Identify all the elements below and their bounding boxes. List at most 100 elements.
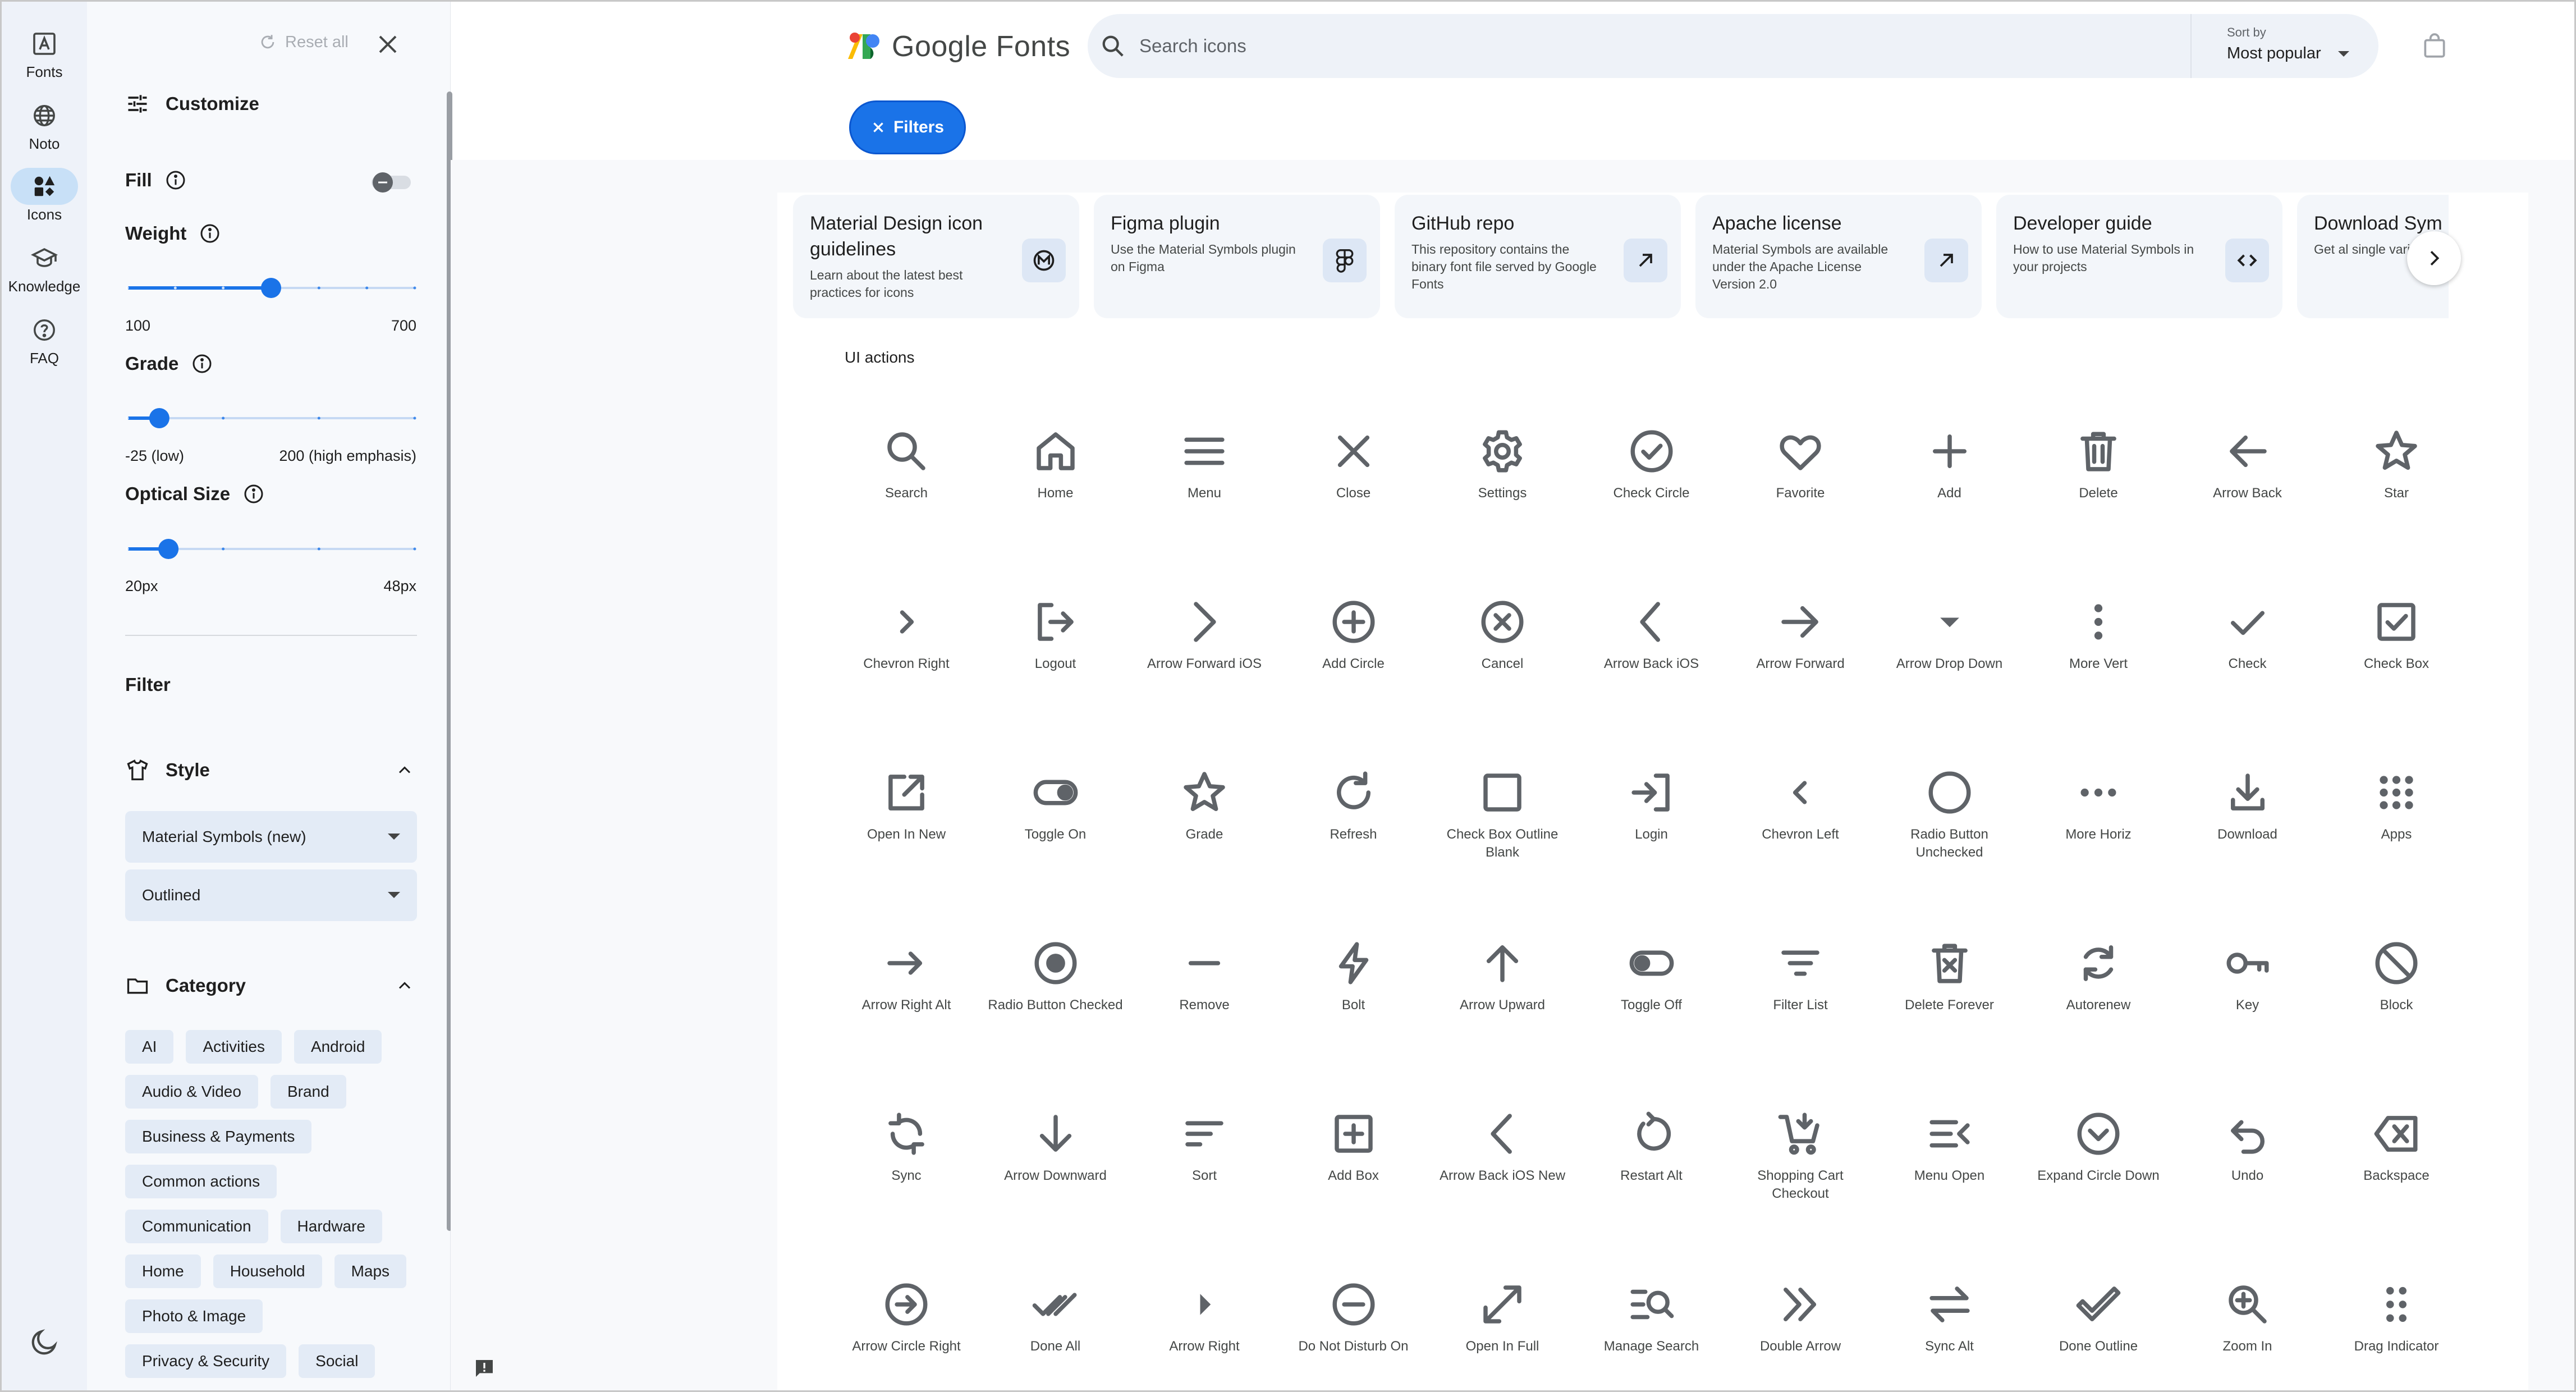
icon-tile-favorite[interactable]: Favorite bbox=[1727, 426, 1873, 502]
icon-tile-home[interactable]: Home bbox=[983, 426, 1129, 502]
sort-select[interactable]: Sort by Most popular bbox=[2227, 25, 2349, 63]
icon-tile-close[interactable]: Close bbox=[1281, 426, 1427, 502]
icon-tile-add-circle[interactable]: Add Circle bbox=[1281, 597, 1427, 673]
icon-tile-arrow-forward-ios[interactable]: Arrow Forward iOS bbox=[1131, 597, 1277, 673]
optical-size-slider[interactable] bbox=[125, 538, 417, 560]
icon-tile-do-not-disturb-on[interactable]: Do Not Disturb On bbox=[1281, 1279, 1427, 1356]
icon-tile-arrow-back[interactable]: Arrow Back bbox=[2175, 426, 2321, 502]
icon-tile-arrow-circle-right[interactable]: Arrow Circle Right bbox=[833, 1279, 979, 1356]
icon-tile-zoom-in[interactable]: Zoom In bbox=[2175, 1279, 2321, 1356]
category-chip[interactable]: Business & Payments bbox=[125, 1120, 312, 1153]
filters-button[interactable]: Filters bbox=[849, 100, 966, 154]
category-chip[interactable]: Audio & Video bbox=[125, 1075, 258, 1109]
icon-tile-apps[interactable]: Apps bbox=[2323, 767, 2469, 844]
icon-tile-autorenew[interactable]: Autorenew bbox=[2025, 938, 2171, 1014]
icon-tile-delete[interactable]: Delete bbox=[2025, 426, 2171, 502]
icon-tile-arrow-back-ios-new[interactable]: Arrow Back iOS New bbox=[1429, 1109, 1575, 1185]
weight-slider[interactable] bbox=[125, 277, 417, 299]
icon-tile-cancel[interactable]: Cancel bbox=[1429, 597, 1575, 673]
icon-tile-filter-list[interactable]: Filter List bbox=[1727, 938, 1873, 1014]
feedback-icon[interactable] bbox=[473, 1357, 496, 1380]
info-icon[interactable] bbox=[164, 169, 187, 191]
icon-tile-radio-button-unchecked[interactable]: Radio Button Unchecked bbox=[1877, 767, 2023, 862]
rail-item-icons[interactable]: Icons bbox=[2, 168, 87, 223]
icon-tile-menu-open[interactable]: Menu Open bbox=[1877, 1109, 2023, 1185]
icon-tile-key[interactable]: Key bbox=[2175, 938, 2321, 1014]
reset-all-button[interactable]: Reset all bbox=[258, 33, 349, 52]
fill-toggle[interactable] bbox=[370, 171, 412, 194]
icon-tile-chevron-right[interactable]: Chevron Right bbox=[833, 597, 979, 673]
category-chip[interactable]: AI bbox=[125, 1030, 174, 1064]
rail-item-faq[interactable]: FAQ bbox=[2, 312, 87, 367]
icon-tile-star[interactable]: Star bbox=[2323, 426, 2469, 502]
category-chip[interactable]: Home bbox=[125, 1254, 201, 1288]
icon-tile-done-all[interactable]: Done All bbox=[983, 1279, 1129, 1356]
icon-tile-double-arrow[interactable]: Double Arrow bbox=[1727, 1279, 1873, 1356]
icon-tile-toggle-on[interactable]: Toggle On bbox=[983, 767, 1129, 844]
icon-tile-more-vert[interactable]: More Vert bbox=[2025, 597, 2171, 673]
icon-tile-download[interactable]: Download bbox=[2175, 767, 2321, 844]
info-icon[interactable] bbox=[199, 222, 221, 245]
icon-tile-restart-alt[interactable]: Restart Alt bbox=[1579, 1109, 1725, 1185]
icon-tile-manage-search[interactable]: Manage Search bbox=[1579, 1279, 1725, 1356]
grade-slider[interactable] bbox=[125, 407, 417, 429]
category-chip[interactable]: Maps bbox=[334, 1254, 407, 1288]
icon-tile-undo[interactable]: Undo bbox=[2175, 1109, 2321, 1185]
icon-tile-logout[interactable]: Logout bbox=[983, 597, 1129, 673]
rail-item-knowledge[interactable]: Knowledge bbox=[2, 240, 87, 295]
rail-item-noto[interactable]: Noto bbox=[2, 97, 87, 153]
search-input[interactable]: Search icons bbox=[1139, 35, 1246, 57]
icon-tile-menu[interactable]: Menu bbox=[1131, 426, 1277, 502]
icon-tile-check[interactable]: Check bbox=[2175, 597, 2321, 673]
icon-tile-remove[interactable]: Remove bbox=[1131, 938, 1277, 1014]
icon-tile-toggle-off[interactable]: Toggle Off bbox=[1579, 938, 1725, 1014]
icon-tile-arrow-forward[interactable]: Arrow Forward bbox=[1727, 597, 1873, 673]
slider-thumb[interactable] bbox=[261, 278, 281, 298]
slider-thumb[interactable] bbox=[158, 539, 179, 559]
icon-tile-grade[interactable]: Grade bbox=[1131, 767, 1277, 844]
icon-tile-sort[interactable]: Sort bbox=[1131, 1109, 1277, 1185]
slider-thumb[interactable] bbox=[149, 408, 169, 428]
icon-tile-arrow-downward[interactable]: Arrow Downward bbox=[983, 1109, 1129, 1185]
dark-mode-icon[interactable] bbox=[29, 1326, 60, 1358]
icon-tile-done-outline[interactable]: Done Outline bbox=[2025, 1279, 2171, 1356]
icon-tile-search[interactable]: Search bbox=[833, 426, 979, 502]
icon-tile-arrow-back-ios[interactable]: Arrow Back iOS bbox=[1579, 597, 1725, 673]
style-family-select[interactable]: Material Symbols (new) bbox=[125, 811, 417, 863]
icon-tile-drag-indicator[interactable]: Drag Indicator bbox=[2323, 1279, 2469, 1356]
icon-tile-add[interactable]: Add bbox=[1877, 426, 2023, 502]
card-github[interactable]: GitHub repo This repository contains the… bbox=[1395, 195, 1681, 318]
icon-tile-backspace[interactable]: Backspace bbox=[2323, 1109, 2469, 1185]
style-variant-select[interactable]: Outlined bbox=[125, 869, 417, 921]
category-chip[interactable]: Household bbox=[213, 1254, 322, 1288]
icon-tile-shopping-cart-checkout[interactable]: Shopping Cart Checkout bbox=[1727, 1109, 1873, 1203]
close-icon[interactable] bbox=[374, 31, 401, 58]
category-chip[interactable]: Privacy & Security bbox=[125, 1344, 287, 1378]
card-guidelines[interactable]: Material Design icon guidelines Learn ab… bbox=[793, 195, 1079, 318]
category-chip[interactable]: Android bbox=[294, 1030, 382, 1064]
icon-tile-arrow-right[interactable]: Arrow Right bbox=[1131, 1279, 1277, 1356]
icon-tile-radio-button-checked[interactable]: Radio Button Checked bbox=[983, 938, 1129, 1014]
icon-tile-arrow-right-alt[interactable]: Arrow Right Alt bbox=[833, 938, 979, 1014]
category-chip[interactable]: Social bbox=[299, 1344, 375, 1378]
category-chip[interactable]: Communication bbox=[125, 1210, 268, 1243]
icon-tile-delete-forever[interactable]: Delete Forever bbox=[1877, 938, 2023, 1014]
card-figma[interactable]: Figma plugin Use the Material Symbols pl… bbox=[1094, 195, 1380, 318]
category-chip[interactable]: Hardware bbox=[280, 1210, 382, 1243]
icon-tile-sync[interactable]: Sync bbox=[833, 1109, 979, 1185]
card-developer-guide[interactable]: Developer guide How to use Material Symb… bbox=[1996, 195, 2282, 318]
category-chip[interactable]: Photo & Image bbox=[125, 1299, 263, 1333]
info-icon[interactable] bbox=[242, 483, 265, 505]
icon-tile-chevron-left[interactable]: Chevron Left bbox=[1727, 767, 1873, 844]
icon-tile-block[interactable]: Block bbox=[2323, 938, 2469, 1014]
rail-item-fonts[interactable]: Fonts bbox=[2, 25, 87, 81]
category-chip[interactable]: Activities bbox=[186, 1030, 282, 1064]
icon-tile-refresh[interactable]: Refresh bbox=[1281, 767, 1427, 844]
shopping-bag-icon[interactable] bbox=[2421, 32, 2449, 60]
icon-tile-check-circle[interactable]: Check Circle bbox=[1579, 426, 1725, 502]
icon-tile-open-in-new[interactable]: Open In New bbox=[833, 767, 979, 844]
icon-tile-check-box-outline-blank[interactable]: Check Box Outline Blank bbox=[1429, 767, 1575, 862]
icon-tile-expand-circle-down[interactable]: Expand Circle Down bbox=[2025, 1109, 2171, 1185]
style-section-header[interactable]: Style bbox=[125, 758, 417, 782]
icon-tile-bolt[interactable]: Bolt bbox=[1281, 938, 1427, 1014]
